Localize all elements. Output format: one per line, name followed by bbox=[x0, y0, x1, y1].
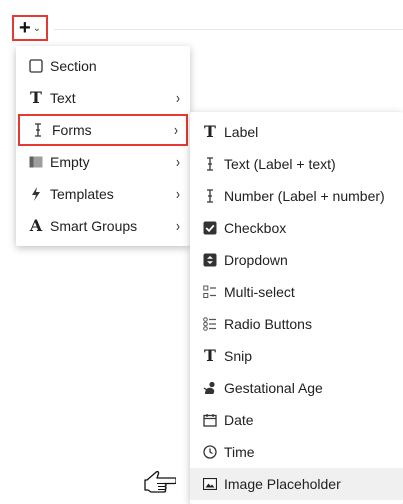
menu-item-templates[interactable]: Templates › bbox=[16, 178, 190, 210]
menu-item-label: Empty bbox=[50, 154, 90, 170]
chevron-right-icon: › bbox=[176, 152, 180, 172]
clock-icon bbox=[202, 444, 218, 460]
dropdown-icon bbox=[202, 252, 218, 268]
submenu-item-label[interactable]: T Label bbox=[190, 116, 403, 148]
chevron-right-icon: › bbox=[176, 88, 180, 108]
menu-item-text[interactable]: T Text › bbox=[16, 82, 190, 114]
submenu-item-number-field[interactable]: Number (Label + number) bbox=[190, 180, 403, 212]
submenu-item-snip[interactable]: T Snip bbox=[190, 340, 403, 372]
submenu-item-text: Image Placeholder bbox=[224, 476, 341, 492]
submenu-item-text: Label bbox=[224, 124, 259, 140]
submenu-item-text: Gestational Age bbox=[224, 380, 323, 396]
submenu-item-gestational-age[interactable]: Gestational Age bbox=[190, 372, 403, 404]
text-cursor-icon bbox=[202, 156, 218, 172]
text-t-icon: T bbox=[30, 88, 42, 107]
submenu-item-text: Number (Label + number) bbox=[224, 188, 385, 204]
radio-list-icon bbox=[202, 316, 218, 332]
menu-item-label: Forms bbox=[52, 122, 92, 138]
menu-item-section[interactable]: Section bbox=[16, 50, 190, 82]
submenu-item-text: Text (Label + text) bbox=[224, 156, 336, 172]
empty-block-icon bbox=[28, 154, 44, 170]
multi-select-icon bbox=[202, 284, 218, 300]
submenu-item-time[interactable]: Time bbox=[190, 436, 403, 468]
submenu-item-text: Multi-select bbox=[224, 284, 295, 300]
submenu-item-dropdown[interactable]: Dropdown bbox=[190, 244, 403, 276]
submenu-item-multi-select[interactable]: Multi-select bbox=[190, 276, 403, 308]
menu-item-label: Templates bbox=[50, 186, 114, 202]
menu-item-forms[interactable]: Forms › bbox=[18, 114, 188, 146]
menu-item-label: Section bbox=[50, 58, 97, 74]
submenu-item-date[interactable]: Date bbox=[190, 404, 403, 436]
letter-a-icon: A bbox=[29, 216, 43, 235]
forms-submenu: T Label Text (Label + text) Number (Labe… bbox=[190, 112, 403, 504]
calendar-icon bbox=[202, 412, 218, 428]
submenu-item-text-field[interactable]: Text (Label + text) bbox=[190, 148, 403, 180]
submenu-item-text: Radio Buttons bbox=[224, 316, 312, 332]
submenu-item-text: Date bbox=[224, 412, 254, 428]
baby-icon bbox=[202, 380, 218, 396]
text-cursor-icon bbox=[30, 122, 46, 138]
chevron-right-icon: › bbox=[176, 216, 180, 236]
plus-icon: + bbox=[18, 17, 31, 39]
submenu-item-image-placeholder[interactable]: Image Placeholder bbox=[190, 468, 403, 500]
text-cursor-icon bbox=[202, 188, 218, 204]
text-t-icon: T bbox=[204, 346, 216, 365]
lightning-icon bbox=[28, 186, 44, 202]
menu-item-smart-groups[interactable]: A Smart Groups › bbox=[16, 210, 190, 242]
submenu-item-checkbox[interactable]: Checkbox bbox=[190, 212, 403, 244]
submenu-item-text: Dropdown bbox=[224, 252, 288, 268]
submenu-item-radio-buttons[interactable]: Radio Buttons bbox=[190, 308, 403, 340]
hand-pointer-cursor-icon bbox=[144, 470, 176, 493]
text-t-icon: T bbox=[204, 122, 216, 141]
checkbox-checked-icon bbox=[202, 220, 218, 236]
menu-item-empty[interactable]: Empty › bbox=[16, 146, 190, 178]
image-icon bbox=[202, 476, 218, 492]
menu-item-label: Text bbox=[50, 90, 76, 106]
chevron-down-icon: ⌄ bbox=[32, 23, 42, 34]
add-element-button[interactable]: + ⌄ bbox=[12, 15, 48, 41]
toolbar-divider bbox=[54, 29, 403, 30]
submenu-item-text: Checkbox bbox=[224, 220, 287, 236]
chevron-right-icon: › bbox=[176, 184, 180, 204]
submenu-item-text: Time bbox=[224, 444, 255, 460]
menu-item-label: Smart Groups bbox=[50, 218, 138, 234]
checkbox-outline-icon bbox=[28, 58, 44, 74]
chevron-right-icon: › bbox=[174, 120, 178, 140]
submenu-item-text: Snip bbox=[224, 348, 253, 364]
add-element-menu: Section T Text › Forms › Empty › Templat… bbox=[16, 46, 190, 246]
